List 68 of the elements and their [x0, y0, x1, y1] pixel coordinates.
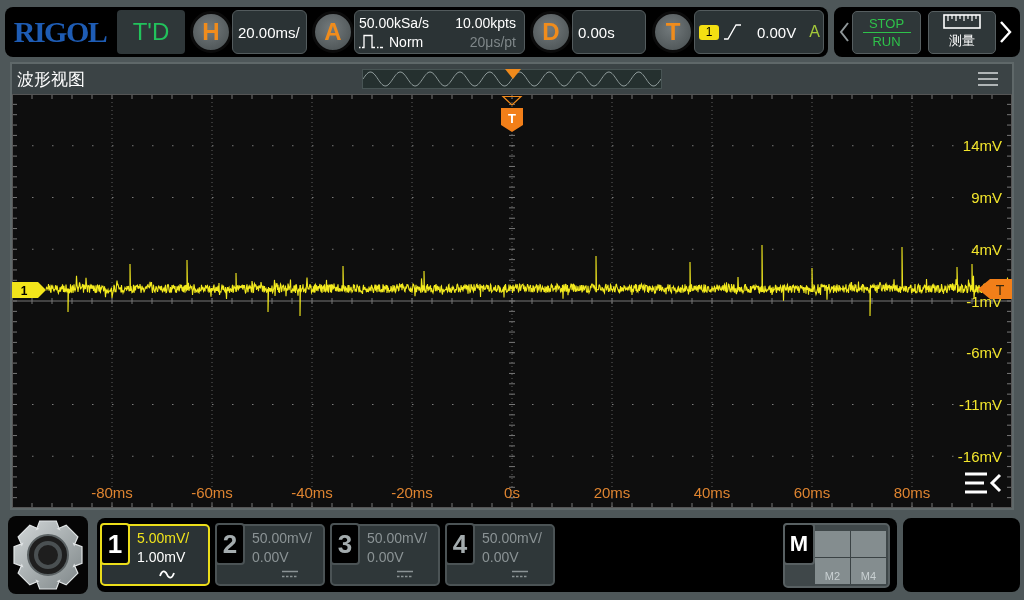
x-axis-label: -40ms: [291, 483, 333, 501]
math-slot[interactable]: [815, 530, 850, 557]
math-panel[interactable]: M M2 M4: [783, 522, 890, 588]
channel-offset: 0.00V: [482, 548, 520, 567]
brand-logo: RIGOL: [12, 15, 108, 49]
channel-scale: 50.00mV/: [482, 529, 542, 548]
x-axis-label: 80ms: [893, 483, 931, 501]
channel-number: 3: [330, 523, 360, 565]
channel-scale: 5.00mV/: [137, 529, 190, 548]
chevron-left-icon[interactable]: [839, 22, 850, 42]
channel-offset: 0.00V: [367, 548, 405, 567]
trigger-source-badge: 1: [699, 24, 719, 40]
triangle-marker-icon: [505, 69, 521, 79]
dc-symbol-icon: [396, 570, 413, 578]
measure-button[interactable]: 测量: [928, 10, 996, 54]
timebase-panel[interactable]: 20.00ms/: [232, 10, 307, 54]
trigger-level-marker[interactable]: T: [978, 279, 1012, 299]
y-axis-label: -16mV: [957, 447, 1002, 465]
wave-icon: [159, 570, 176, 579]
delay-value: 0.00s: [578, 23, 615, 41]
channel-panel[interactable]: 2 50.00mV/ 0.00V: [215, 524, 325, 586]
x-axis-label: -60ms: [191, 483, 233, 501]
x-axis-label: 60ms: [793, 483, 831, 501]
memory-depth: 10.00kpts: [454, 13, 516, 32]
channel-scale: 50.00mV/: [252, 529, 312, 548]
channel-offset: 1.00mV: [137, 548, 187, 567]
sample-rate: 50.00kSa/s: [359, 13, 431, 32]
time-resolution: 20μs/pt: [468, 32, 516, 51]
x-axis-label: 0s: [504, 483, 520, 501]
trigger-sweep-mode: A: [809, 23, 820, 41]
pulse-icon: [359, 34, 383, 49]
chevron-right-icon[interactable]: [999, 21, 1012, 43]
x-axis-label: -80ms: [91, 483, 133, 501]
waveform-overview[interactable]: [362, 69, 662, 89]
menu-icon[interactable]: [978, 72, 998, 86]
dc-symbol-icon: [511, 570, 528, 578]
channel-number: 4: [445, 523, 475, 565]
channel-panel[interactable]: 3 50.00mV/ 0.00V: [330, 524, 440, 586]
time-mode-button[interactable]: T'D: [117, 10, 185, 54]
channel-number: 2: [215, 523, 245, 565]
menu-chevron-icon[interactable]: [963, 472, 1002, 494]
ruler-icon: [943, 14, 981, 29]
x-axis-label: 40ms: [693, 483, 731, 501]
acquire-panel[interactable]: 50.00kSa/s 10.00kpts Norm 20μs/pt: [354, 10, 525, 54]
trigger-voltage: 0.00V: [757, 23, 797, 41]
channel-number: 1: [100, 523, 130, 565]
y-axis-label: -11mV: [958, 396, 1002, 413]
y-axis-label: 9mV: [971, 189, 1002, 206]
math-slot[interactable]: [851, 530, 886, 557]
acquire-mode: Norm: [389, 32, 424, 51]
delay-panel[interactable]: 0.00s: [572, 10, 646, 54]
run-stop-button[interactable]: STOP RUN: [852, 10, 921, 54]
y-axis-label: 4mV: [971, 240, 1002, 258]
channel-panel[interactable]: 4 50.00mV/ 0.00V: [445, 524, 555, 586]
dc-symbol-icon: [281, 570, 298, 578]
math-label: M: [783, 522, 815, 565]
view-title: 波形视图: [16, 68, 85, 91]
channel-offset: 0.00V: [252, 548, 290, 567]
channel-scale: 50.00mV/: [367, 529, 427, 548]
gear-logo-icon[interactable]: [8, 516, 88, 594]
trigger-panel[interactable]: 1 0.00V A: [694, 10, 824, 54]
x-axis-label: -20ms: [391, 483, 433, 501]
y-axis-label: 14mV: [962, 137, 1002, 155]
x-axis-label: 20ms: [593, 483, 631, 501]
y-axis-label: -6mV: [966, 344, 1002, 362]
channel-marker[interactable]: 1: [12, 282, 46, 298]
timebase-scale: 20.00ms/: [238, 23, 300, 41]
channel-panel[interactable]: 1 5.00mV/ 1.00mV: [100, 524, 210, 586]
